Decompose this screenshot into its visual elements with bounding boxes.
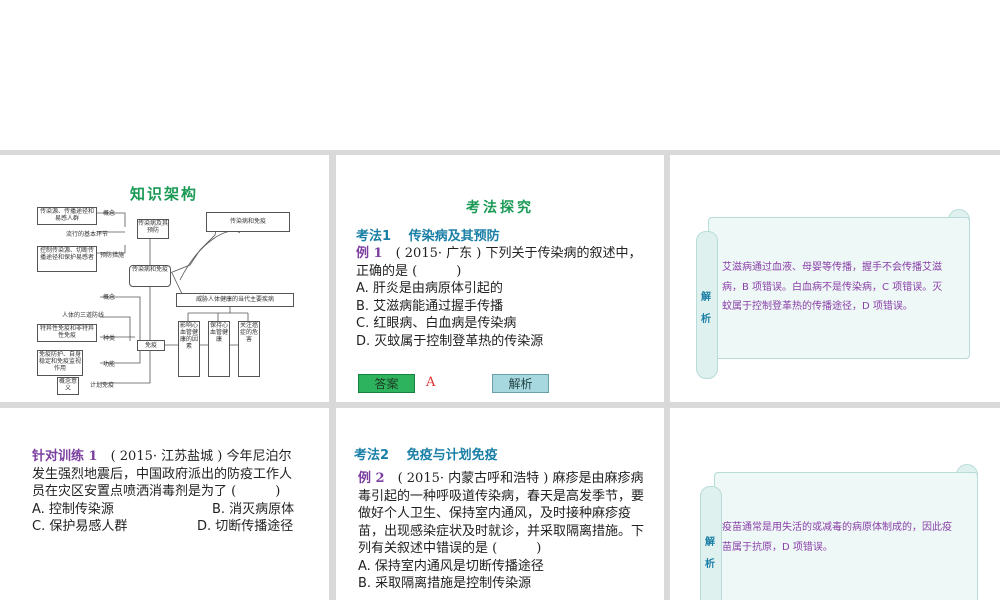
example2-text: ( 2015· 内蒙古呼和浩特 ) 麻疹是由麻疹病毒引起的一种呼吸道传染病，春天… [358,471,645,556]
example1-option-b: B. 艾滋病能通过握手传播 [356,298,504,314]
explain1-panel: 解析 艾滋病通过血液、母婴等传播，握手不会传播艾滋病，B 项错误。白血病不是传染… [670,155,1000,402]
example1-label: 例 1 [356,246,383,261]
mm-node-immunity: 免疫 [137,340,165,351]
mm-node-immunity-types: 特异性免疫和非特异性免疫 [37,324,97,342]
mm-node-cancer: 关注癌症的危害 [238,321,260,377]
example1-option-a: A. 肝炎是由病原体引起的 [356,281,503,296]
example2-question: 例 2 ( 2015· 内蒙古呼和浩特 ) 麻疹是由麻疹病毒引起的一种呼吸道传染… [358,470,653,593]
top-blank-area [0,0,1000,150]
explain2-text: 疫苗通常是用失活的或减毒的病原体制成的，因此疫苗属于抗原，D 项错误。 [722,522,952,553]
answer-button[interactable]: 答案 [358,374,415,393]
mm-node-cardio-health: 保持心血管健康 [208,321,230,377]
example2-label: 例 2 [358,471,385,486]
mm-label-types: 种类 [103,335,116,342]
explain1-text: 艾滋病通过血液、母婴等传播，握手不会传播艾滋病，B 项错误。白血病不是传染病，C… [722,262,943,312]
mm-node-transmission-links: 传染源、传播途径和易感人群 [37,207,97,225]
mm-label-planned-immunity: 计划免疫 [90,382,115,389]
kaofa2-heading: 考法2 免疫与计划免疫 [354,448,498,463]
mm-node-modern-diseases: 威胁人体健康的当代主要疾病 [176,293,294,307]
example1-text: ( 2015· 广东 ) 下列关于传染病的叙述中，正确的是 ( ) [356,246,642,279]
mm-node-immune-functions: 免疫防护、自身稳定和免疫监视作用 [37,350,83,376]
explain-button[interactable]: 解析 [492,374,549,393]
example1-option-d: D. 灭蚊属于控制登革热的传染源 [356,333,544,349]
practice1-panel: 针对训练 1 ( 2015· 江苏盐城 ) 今年尼泊尔发生强烈地震后，中国政府派… [0,408,329,600]
mm-node-prevention-measures: 控制传染源、切断传播途径和保护易感者 [37,246,97,272]
answer-value: A [426,375,436,390]
practice1-option-d: D. 切断传播途径 [197,519,294,534]
practice1-option-c: C. 保护易感人群 [32,519,128,534]
mm-label-prevention: 预防措施 [100,252,125,259]
mm-node-meaning: 概念意义 [57,377,79,395]
example2-option-a: A. 保持室内通风是切断传播途径 [358,558,544,574]
practice1-label: 针对训练 1 [32,449,98,464]
mm-node-cardio-factors: 影响心血管健康的因素 [178,321,200,377]
practice1-option-a: A. 控制传染源 [32,501,114,517]
example2-option-b: B. 采取隔离措施是控制传染源 [358,576,532,591]
example1-question: 例 1 ( 2015· 广东 ) 下列关于传染病的叙述中，正确的是 ( ) A.… [356,245,651,350]
mm-label-functions: 功能 [103,361,116,368]
mm-node-disease-and-immunity-top: 传染病和免疫 [206,212,290,232]
example1-option-c: C. 红眼病、白血病是传染病 [356,316,517,331]
mm-label-immune-concept: 概念 [103,294,116,301]
practice1-option-b: B. 消灭病原体 [212,501,295,517]
explain2-panel: 解析 疫苗通常是用失活的或减毒的病原体制成的，因此疫苗属于抗原，D 项错误。 [670,408,1000,600]
mm-label-basic-links: 流行的基本环节 [66,231,109,238]
practice1-question: 针对训练 1 ( 2015· 江苏盐城 ) 今年尼泊尔发生强烈地震后，中国政府派… [32,448,304,536]
mm-label-three-defenses: 人体的三道防线 [62,312,105,319]
mm-node-infectious-disease: 传染病及其预防 [137,219,169,239]
mm-node-center: 传染病和免疫 [129,265,171,287]
explain2-tag: 解析 [705,537,715,570]
knowledge-map-panel: 知识架构 传染源、传播途径和易感人群 概念 流行的基本环节 传染病及其预防 传染… [0,155,329,402]
example2-panel: 考法2 免疫与计划免疫 例 2 ( 2015· 内蒙古呼和浩特 ) 麻疹是由麻疹… [336,408,664,600]
example1-panel: 考法探究 考法1 传染病及其预防 例 1 ( 2015· 广东 ) 下列关于传染… [336,155,664,402]
kaofa1-heading: 考法1 传染病及其预防 [356,229,500,244]
mm-label-concept: 概念 [103,210,116,217]
section-title: 考法探究 [466,200,534,216]
explain1-tag: 解析 [701,292,711,325]
